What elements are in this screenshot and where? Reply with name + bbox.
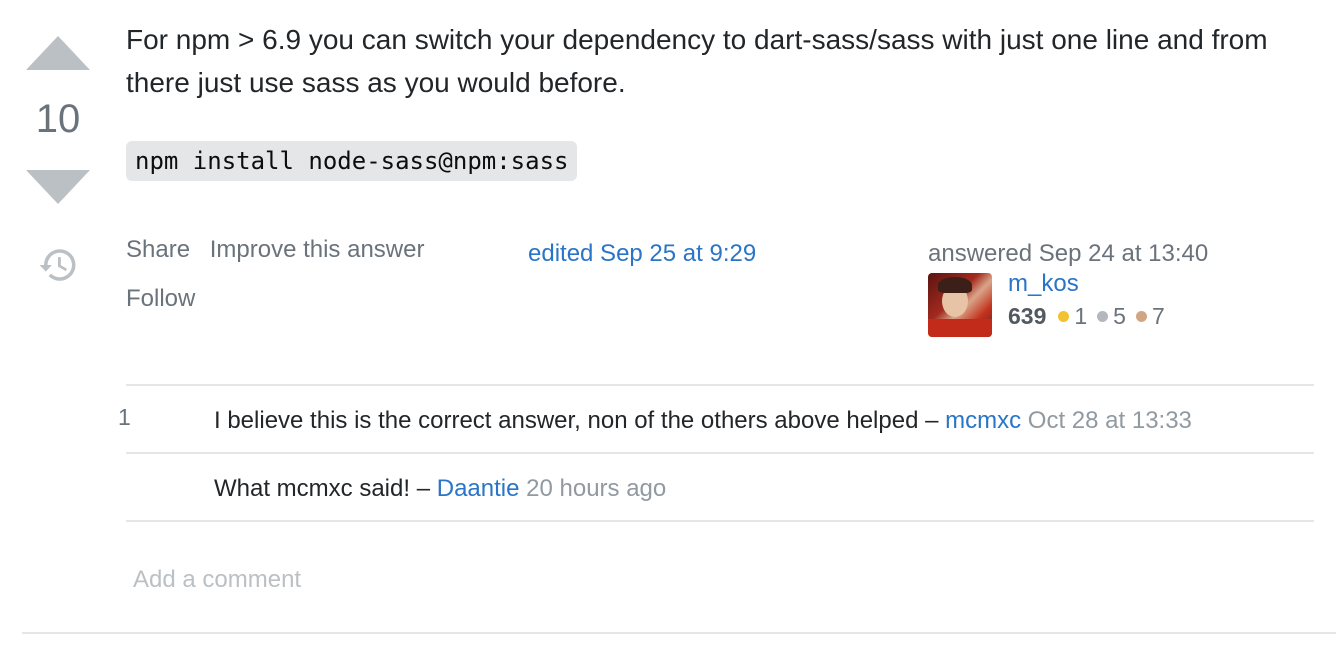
follow-link[interactable]: Follow	[126, 281, 195, 317]
gold-badge-icon	[1058, 310, 1070, 322]
silver-badge-count: 5	[1113, 303, 1126, 329]
code-snippet: npm install node-sass@npm:sass	[126, 141, 578, 181]
comment-separator: –	[925, 407, 939, 434]
add-comment-link[interactable]: Add a comment	[133, 566, 301, 594]
comment-text: I believe this is the correct answer, no…	[214, 407, 919, 434]
comment-item: What mcmxc said! – Daantie 20 hours ago	[126, 452, 1314, 522]
comment-separator: –	[416, 475, 431, 502]
divider	[22, 632, 1336, 634]
gold-badge: 1	[1058, 301, 1087, 331]
silver-badge-icon	[1097, 310, 1109, 322]
reputation-score: 639	[1008, 303, 1047, 329]
post-menu: Share Improve this answer Follow	[126, 232, 486, 317]
gold-badge-count: 1	[1074, 303, 1088, 329]
vote-column: 10	[22, 30, 94, 286]
vote-count: 10	[35, 97, 81, 141]
improve-answer-link[interactable]: Improve this answer	[210, 232, 425, 268]
comment-user-link[interactable]: Daantie	[437, 475, 520, 502]
bronze-badge-count: 7	[1151, 303, 1165, 329]
comment-body: What mcmxc said! – Daantie 20 hours ago	[214, 454, 1314, 520]
history-icon[interactable]	[37, 244, 79, 286]
comment-body: I believe this is the correct answer, no…	[214, 386, 1314, 452]
comment-score	[126, 454, 214, 520]
user-reputation: 639 1 5 7	[1008, 301, 1175, 331]
comment-user-link[interactable]: mcmxc	[945, 407, 1021, 434]
user-name-link[interactable]: m_kos	[1008, 267, 1175, 301]
bronze-badge: 7	[1135, 301, 1165, 331]
user-card: answered Sep 24 at 13:40 m_kos 639 1 5 7	[928, 240, 1308, 337]
share-link[interactable]: Share	[126, 232, 190, 268]
comment-date[interactable]: Oct 28 at 13:33	[1028, 407, 1192, 434]
bronze-badge-icon	[1135, 310, 1147, 322]
answer-text: For npm > 6.9 you can switch your depend…	[126, 24, 1268, 98]
arrow-down-icon[interactable]	[26, 170, 90, 204]
comment-date[interactable]: 20 hours ago	[526, 475, 666, 502]
comments-list: 1 I believe this is the correct answer, …	[118, 384, 1314, 522]
comment-text: What mcmxc said!	[214, 475, 411, 502]
silver-badge: 5	[1097, 301, 1126, 331]
edited-link[interactable]: edited Sep 25 at 9:29	[528, 240, 756, 268]
answered-time: answered Sep 24 at 13:40	[928, 240, 1209, 267]
arrow-up-icon[interactable]	[26, 36, 90, 70]
comment-score: 1	[118, 404, 131, 430]
comment-item: 1 I believe this is the correct answer, …	[118, 384, 1314, 452]
avatar[interactable]	[928, 273, 992, 337]
